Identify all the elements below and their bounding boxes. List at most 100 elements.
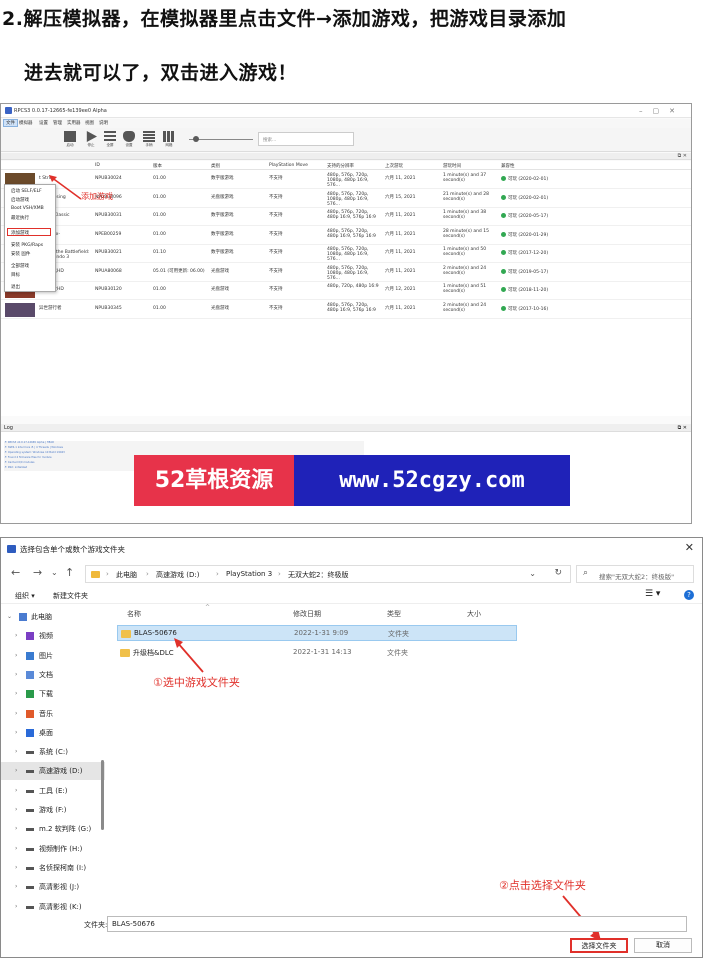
chevron-down-icon[interactable]: ⌄ <box>7 613 12 620</box>
chevron-right-icon[interactable]: › <box>15 825 17 832</box>
chevron-right-icon[interactable]: › <box>15 845 17 852</box>
col-type[interactable]: 类型 <box>387 609 401 619</box>
menu-item-install-firmware[interactable]: 安装 固件 <box>11 251 30 257</box>
nav-item[interactable]: › 视频 <box>1 627 105 645</box>
menu-item-boot-elf[interactable]: 启动 SELF/ELF <box>11 188 42 194</box>
nav-item[interactable]: › m.2 软判阵 (G:) <box>1 820 105 838</box>
menu-file[interactable]: 文件 <box>3 119 18 127</box>
view-options-icon[interactable]: ☰ ▾ <box>645 589 660 599</box>
nav-item[interactable]: › 名侦探柯南 (I:) <box>1 859 105 877</box>
toolbar-start[interactable]: 启动 <box>63 131 77 149</box>
game-row[interactable]: 火焰战士HDNPUB3012001.00光盘游戏不支持480p, 720p, 4… <box>1 282 691 300</box>
chevron-right-icon[interactable]: › <box>15 710 17 717</box>
menu-settings[interactable]: 设置 <box>39 120 48 126</box>
col-last-played[interactable]: 上次游玩 <box>385 163 403 169</box>
menu-emulator[interactable]: 模拟器 <box>19 120 33 126</box>
breadcrumb-drive[interactable]: 高速游戏 (D:) <box>156 570 199 580</box>
panel-float-close-icon[interactable]: ⧉ ✕ <box>678 153 687 159</box>
game-search-input[interactable]: 搜索... <box>258 132 354 146</box>
nav-item[interactable]: › 高清影视 (K:) <box>1 898 105 916</box>
menu-help[interactable]: 说明 <box>99 120 108 126</box>
menu-item-target[interactable]: 目标 <box>11 272 20 278</box>
game-row[interactable]: Persia ClassicNPUB3003101.00数字版游戏不支持480p… <box>1 208 691 226</box>
nav-item[interactable]: › 系统 (C:) <box>1 743 105 761</box>
toolbar-pads[interactable]: 手柄 <box>142 131 156 149</box>
back-icon[interactable]: ← <box>11 566 20 579</box>
breadcrumb-this-pc[interactable]: 此电脑 <box>116 570 137 580</box>
menu-item-install-pkg[interactable]: 安装 PKG/Raps <box>11 242 43 248</box>
chevron-right-icon[interactable]: › <box>15 652 17 659</box>
chevron-right-icon[interactable]: › <box>15 671 17 678</box>
toolbar-grid[interactable]: 网格 <box>162 131 176 149</box>
menu-item-add-games[interactable]: 添加游戏 <box>7 228 51 236</box>
game-row[interactable]: Stack Ex-NPEB0025901.00数字版游戏不支持480p, 576… <box>1 227 691 245</box>
new-folder-button[interactable]: 新建文件夹 <box>53 591 88 601</box>
folder-name-input[interactable] <box>107 916 687 932</box>
search-input[interactable]: ⌕ 搜索"无双大蛇2：终极版" <box>576 565 694 583</box>
nav-item[interactable]: › 视频制作 (H:) <box>1 840 105 858</box>
nav-item[interactable]: › 高速游戏 (D:) <box>1 762 105 781</box>
up-icon[interactable]: ↑ <box>65 566 74 579</box>
menu-item-recent[interactable]: 最近执行 <box>11 215 29 221</box>
refresh-icon[interactable]: ↻ <box>554 568 562 578</box>
chevron-down-icon[interactable]: ⌄ <box>51 568 58 577</box>
chevron-right-icon[interactable]: › <box>15 729 17 736</box>
col-playtime[interactable]: 游玩时间 <box>443 163 461 169</box>
nav-item[interactable]: › 高清影视 (J:) <box>1 878 105 896</box>
game-row[interactable]: 异世游行者 NPUB30345 01.00 光盘游戏 不支持 480p, 576p, 72… <box>1 301 691 319</box>
chevron-right-icon[interactable]: › <box>15 903 17 910</box>
menu-item-exit[interactable]: 退出 <box>11 284 20 290</box>
chevron-right-icon[interactable]: › <box>15 632 17 639</box>
col-category[interactable]: 类别 <box>211 163 220 169</box>
menu-item-boot-game[interactable]: 启动游戏 <box>11 197 29 203</box>
address-dropdown-icon[interactable]: ⌄ <box>529 569 536 578</box>
col-name[interactable]: 名称 <box>127 609 141 619</box>
select-folder-button[interactable]: 选择文件夹 <box>570 938 628 953</box>
nav-item[interactable]: › 下载 <box>1 685 105 703</box>
menu-manage[interactable]: 管理 <box>53 120 62 126</box>
game-row[interactable]: 最终尖兵HDNPUA8006805.01 (可用更新: 06.00)光盘游戏不支… <box>1 264 691 282</box>
chevron-right-icon[interactable]: › <box>15 883 17 890</box>
menu-item-all-games[interactable]: 全部游戏 <box>11 263 29 269</box>
col-compat[interactable]: 兼容性 <box>501 163 515 169</box>
menu-utilities[interactable]: 实用器 <box>67 120 81 126</box>
col-modified[interactable]: 修改日期 <box>293 609 321 619</box>
window-controls[interactable]: –▢✕ <box>639 107 685 115</box>
cancel-button[interactable]: 取消 <box>634 938 692 953</box>
game-row[interactable]: t Strike NPUB30024 01.00 数字版游戏 不支持 480p, 576p… <box>1 171 691 189</box>
game-row[interactable]: Wolf of the Battlefield: Commando 3NPUB3… <box>1 245 691 263</box>
organize-button[interactable]: 组织 ▾ <box>15 591 35 601</box>
nav-item[interactable]: › 桌面 <box>1 724 105 742</box>
nav-item[interactable]: › 游戏 (F:) <box>1 801 105 819</box>
breadcrumb-game[interactable]: 无双大蛇2：终极版 <box>288 570 348 580</box>
col-id[interactable]: ID <box>95 163 100 168</box>
icon-size-slider[interactable] <box>189 136 253 142</box>
nav-item[interactable]: › 文档 <box>1 666 105 684</box>
chevron-right-icon[interactable]: › <box>15 690 17 697</box>
menu-item-boot-vsh[interactable]: Boot VSH/XMB <box>11 206 44 211</box>
menu-view[interactable]: 视图 <box>85 120 94 126</box>
nav-item[interactable]: › 音乐 <box>1 705 105 723</box>
toolbar-settings[interactable]: 设置 <box>122 131 136 149</box>
col-resolution[interactable]: 支持的分辨率 <box>327 163 354 169</box>
toolbar-stop[interactable]: 停止 <box>84 131 98 149</box>
slider-knob[interactable] <box>193 136 199 142</box>
nav-item[interactable]: › 工具 (E:) <box>1 782 105 800</box>
forward-icon[interactable]: → <box>33 566 42 579</box>
chevron-right-icon[interactable]: › <box>15 806 17 813</box>
nav-item[interactable]: ⌄ 此电脑 <box>1 608 105 626</box>
close-icon[interactable]: ✕ <box>685 541 694 554</box>
toolbar-fullscreen[interactable]: 全屏 <box>103 131 117 149</box>
chevron-right-icon[interactable]: › <box>15 787 17 794</box>
nav-item[interactable]: › 图片 <box>1 647 105 665</box>
log-float-close-icon[interactable]: ⧉ ✕ <box>678 425 687 431</box>
col-version[interactable]: 版本 <box>153 163 162 169</box>
nav-scrollbar[interactable] <box>101 760 104 830</box>
chevron-right-icon[interactable]: › <box>15 748 17 755</box>
breadcrumb-ps3[interactable]: PlayStation 3 <box>226 570 272 578</box>
help-icon[interactable]: ? <box>684 590 694 600</box>
col-size[interactable]: 大小 <box>467 609 481 619</box>
chevron-right-icon[interactable]: › <box>15 767 17 774</box>
chevron-right-icon[interactable]: › <box>15 864 17 871</box>
address-bar[interactable]: › 此电脑 › 高速游戏 (D:) › PlayStation 3 › 无双大蛇… <box>85 565 571 583</box>
